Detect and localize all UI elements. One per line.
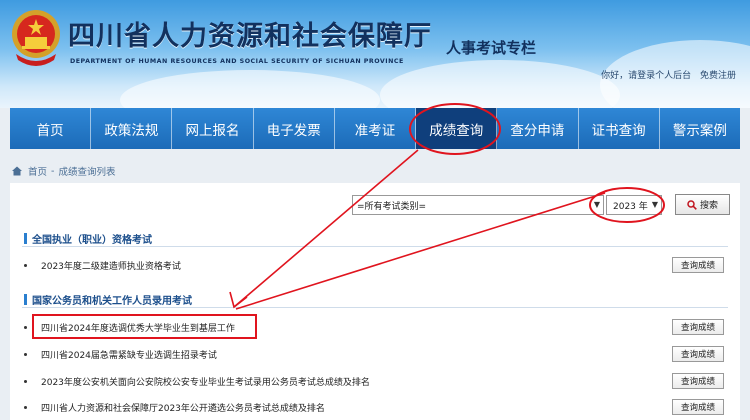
- site-title: 四川省人力资源和社会保障厅: [68, 21, 432, 52]
- search-button-label: 搜索: [699, 201, 718, 211]
- search-icon: [687, 199, 697, 210]
- nav-item-score-review[interactable]: 查分申请: [497, 108, 579, 149]
- chevron-down-icon: ▼: [593, 200, 600, 209]
- header-cloud: [120, 70, 380, 108]
- query-score-button[interactable]: 查询成绩: [672, 319, 724, 335]
- search-button[interactable]: 搜索: [675, 194, 730, 215]
- bullet-icon: [24, 263, 27, 267]
- national-emblem-icon: [12, 10, 60, 66]
- exam-title-link[interactable]: 四川省2024届急需紧缺专业选调生招录考试: [41, 348, 730, 361]
- nav-item-score-query[interactable]: 成绩查询: [416, 108, 498, 149]
- nav-item-invoice[interactable]: 电子发票: [254, 108, 335, 149]
- query-score-button[interactable]: 查询成绩: [672, 373, 724, 389]
- bullet-icon: [24, 405, 27, 409]
- nav-item-home[interactable]: 首页: [10, 108, 92, 149]
- user-links: 你好，请登录个人后台 免费注册: [595, 68, 736, 81]
- category-select[interactable]: =所有考试类别= ▼: [352, 195, 604, 215]
- category-title-text: 全国执业（职业）资格考试: [32, 235, 152, 246]
- section-title: 人事考试专栏: [446, 39, 537, 57]
- category-marker: [24, 233, 27, 244]
- breadcrumb-separator: -: [51, 165, 55, 177]
- query-score-button[interactable]: 查询成绩: [672, 257, 724, 273]
- site-header: 四川省人力资源和社会保障厅 DEPARTMENT OF HUMAN RESOUR…: [0, 0, 750, 108]
- chevron-down-icon: ▼: [651, 200, 658, 209]
- exam-title-link[interactable]: 四川省人力资源和社会保障厅2023年公开遴选公务员考试总成绩及排名: [41, 401, 730, 414]
- breadcrumb-current: 成绩查询列表: [58, 167, 116, 178]
- nav-item-warning-cases[interactable]: 警示案例: [660, 108, 740, 149]
- list-item: 四川省2024届急需紧缺专业选调生招录考试 查询成绩: [24, 345, 730, 363]
- query-score-button[interactable]: 查询成绩: [672, 399, 724, 415]
- category-select-value: =所有考试类别=: [357, 201, 427, 212]
- nav-item-registration[interactable]: 网上报名: [172, 108, 254, 149]
- exam-title-link[interactable]: 2023年度公安机关面向公安院校公安专业毕业生考试录用公务员考试总成绩及排名: [41, 375, 730, 388]
- list-item: 2023年度公安机关面向公安院校公安专业毕业生考试录用公务员考试总成绩及排名 查…: [24, 372, 730, 390]
- nav-item-certificate-query[interactable]: 证书查询: [579, 108, 660, 149]
- list-item: 2023年度二级建造师执业资格考试 查询成绩: [24, 256, 730, 274]
- category-title-text: 国家公务员和机关工作人员录用考试: [32, 296, 192, 307]
- year-select[interactable]: 2023 年 ▼: [606, 195, 662, 215]
- bullet-icon: [24, 379, 27, 383]
- site-subtitle: DEPARTMENT OF HUMAN RESOURCES AND SOCIAL…: [70, 58, 404, 65]
- bullet-icon: [24, 325, 27, 329]
- main-nav: 首页 政策法规 网上报名 电子发票 准考证 成绩查询 查分申请 证书查询 警示案…: [10, 108, 740, 149]
- year-select-value: 2023 年: [613, 201, 648, 212]
- category-divider: [22, 246, 728, 247]
- category-title: 国家公务员和机关工作人员录用考试: [24, 292, 192, 307]
- exam-title-link[interactable]: 四川省2024年度选调优秀大学毕业生到基层工作: [41, 321, 730, 334]
- category-title: 全国执业（职业）资格考试: [24, 231, 152, 246]
- list-item: 四川省2024年度选调优秀大学毕业生到基层工作 查询成绩: [24, 318, 730, 336]
- category-divider: [22, 307, 728, 308]
- query-score-button[interactable]: 查询成绩: [672, 346, 724, 362]
- category-marker: [24, 294, 27, 305]
- score-list-panel: =所有考试类别= ▼ 2023 年 ▼ 搜索 全国执业（职业）资格考试 2023…: [10, 183, 740, 420]
- home-icon: [12, 166, 22, 176]
- nav-item-policy[interactable]: 政策法规: [91, 108, 173, 149]
- list-item: 四川省人力资源和社会保障厅2023年公开遴选公务员考试总成绩及排名 查询成绩: [24, 398, 730, 416]
- header-cloud: [380, 60, 620, 108]
- login-link[interactable]: 你好，请登录个人后台: [601, 71, 691, 81]
- breadcrumb-home[interactable]: 首页: [28, 164, 47, 178]
- nav-item-admission-ticket[interactable]: 准考证: [335, 108, 417, 149]
- register-link[interactable]: 免费注册: [700, 71, 736, 81]
- breadcrumb: 首页 - 成绩查询列表: [12, 164, 115, 178]
- exam-title-link[interactable]: 2023年度二级建造师执业资格考试: [41, 259, 730, 272]
- bullet-icon: [24, 352, 27, 356]
